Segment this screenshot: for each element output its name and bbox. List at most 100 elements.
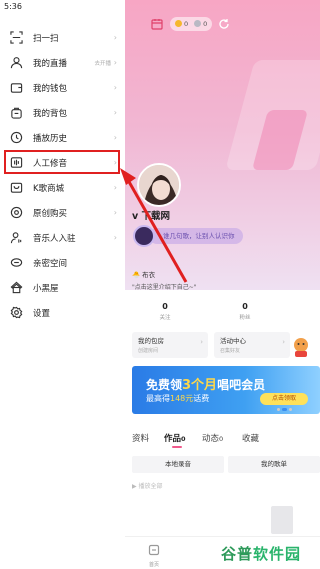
record-badge-icon[interactable]: [133, 225, 155, 247]
history-icon: [9, 131, 23, 145]
live-user-icon: [9, 56, 23, 70]
chevron-right-icon: ›: [113, 233, 117, 242]
wallet-icon: [9, 81, 23, 95]
drawer-item-backpack[interactable]: 我的背包 ›: [0, 100, 125, 125]
drawer-item-label: 设置: [33, 308, 51, 319]
drawer-item-play-history[interactable]: 播放历史 ›: [0, 125, 125, 150]
settings-icon: [9, 306, 23, 320]
chevron-right-icon: ›: [113, 33, 117, 42]
drawer-item-scan[interactable]: 扫一扫 ›: [0, 25, 125, 50]
nav-home[interactable]: 首页: [147, 541, 161, 568]
following-label: 关注: [159, 315, 171, 321]
home-icon: [148, 544, 160, 556]
gift-icon: [194, 20, 202, 27]
drawer-item-label: 我的钱包: [33, 83, 68, 94]
drawer-item-original-buy[interactable]: 原创购买 ›: [0, 200, 125, 225]
banner-subline: 最高得148元话费: [146, 394, 210, 403]
profile-tabs: 资料 作品0 动态0 收藏: [132, 432, 320, 448]
username: v 下载网: [132, 211, 171, 222]
intimate-space-icon: [9, 256, 23, 270]
avatar[interactable]: [137, 163, 181, 207]
calendar-icon[interactable]: [151, 18, 163, 30]
chevron-right-icon: ›: [113, 108, 117, 117]
profile-header-background: [125, 0, 320, 290]
drawer-item-label: 原创购买: [33, 208, 68, 219]
blacklist-icon: [9, 281, 23, 295]
chevron-right-icon: ›: [113, 58, 117, 67]
voice-intro-hint[interactable]: 谁几句歌，让别人认识你: [149, 228, 243, 244]
activity-center-card[interactable]: 活动中心 召集好友 ›: [214, 332, 290, 358]
following-stat[interactable]: 0 关注: [135, 302, 195, 321]
tab-works[interactable]: 作品0: [164, 432, 186, 444]
scan-icon: [9, 31, 23, 45]
works-actions: 本地录音 我的歌单: [132, 456, 320, 474]
my-room-card[interactable]: 我的包房 创建房间 ›: [132, 332, 208, 358]
drawer-item-musician[interactable]: 音乐人入驻 ›: [0, 225, 125, 250]
currency-pill[interactable]: 0 0: [170, 17, 213, 31]
card-title: 活动中心: [220, 337, 246, 345]
followers-label: 粉丝: [239, 315, 251, 321]
card-subtitle: 召集好友: [220, 348, 241, 354]
side-drawer: 扫一扫 › 我的直播 去开播 › 我的钱包 › 我的背包 › 播放历史 › 人工…: [0, 0, 125, 569]
active-tab-indicator: [172, 446, 182, 448]
vip-promo-banner[interactable]: 免费领3个月唱吧会员 最高得148元话费 点击领取: [132, 366, 320, 414]
coin-count: 0: [175, 20, 188, 28]
refresh-icon[interactable]: [218, 18, 230, 30]
drawer-item-intimate-space[interactable]: 亲密空间: [0, 250, 125, 275]
go-live-hint: 去开播: [94, 60, 111, 67]
tab-moments[interactable]: 动态0: [202, 432, 223, 444]
chevron-right-icon: ›: [113, 133, 117, 142]
pager-dot-active: [282, 408, 287, 411]
followers-stat[interactable]: 0 粉丝: [215, 302, 275, 321]
banner-headline: 免费领3个月唱吧会员: [146, 378, 266, 393]
drawer-item-my-live[interactable]: 我的直播 去开播 ›: [0, 50, 125, 75]
mall-icon: [9, 181, 23, 195]
nav-home-label: 首页: [148, 562, 159, 568]
original-buy-icon: [9, 206, 23, 220]
banner-pager: [277, 408, 292, 411]
outfit-label: 🐣 布衣: [132, 271, 156, 279]
drawer-item-label: 我的背包: [33, 108, 68, 119]
card-title: 我的包房: [138, 337, 164, 345]
mascot-icon: [294, 338, 308, 357]
drawer-item-label: 扫一扫: [33, 33, 59, 44]
highlight-box: [4, 150, 120, 174]
drawer-item-label: 小黑屋: [33, 283, 59, 294]
empty-state-icon: [271, 506, 293, 534]
site-watermark: 谷普软件园: [221, 545, 302, 563]
tab-favorites[interactable]: 收藏: [242, 432, 259, 444]
drawer-item-label: 音乐人入驻: [33, 233, 76, 244]
drawer-item-label: 我的直播: [33, 58, 68, 69]
my-songlist-button[interactable]: 我的歌单: [228, 456, 320, 473]
play-all-button[interactable]: ▶ 播放全部: [132, 481, 163, 490]
profile-page: 0 0 v 下载网 谁几句歌，让别人认识你 🐣 布衣 "点击这里介绍下自己~" …: [125, 0, 320, 569]
gift-count: 0: [194, 20, 207, 28]
stats-row: 0 关注 0 粉丝: [125, 302, 320, 328]
claim-button[interactable]: 点击领取: [260, 393, 308, 405]
chevron-right-icon: ›: [113, 208, 117, 217]
following-count: 0: [162, 302, 168, 311]
drawer-item-label: K歌商城: [33, 183, 65, 194]
drawer-item-wallet[interactable]: 我的钱包 ›: [0, 75, 125, 100]
drawer-item-blacklist[interactable]: 小黑屋: [0, 275, 125, 300]
drawer-item-label: 播放历史: [33, 133, 68, 144]
card-subtitle: 创建房间: [138, 348, 159, 354]
followers-count: 0: [242, 302, 248, 311]
drawer-item-label: 亲密空间: [33, 258, 68, 269]
outfit-icon: 🐣: [132, 271, 143, 279]
drawer-item-settings[interactable]: 设置: [0, 300, 125, 325]
chevron-right-icon: ›: [113, 183, 117, 192]
chevron-right-icon: ›: [200, 338, 203, 346]
drawer-item-k-mall[interactable]: K歌商城 ›: [0, 175, 125, 200]
backpack-icon: [9, 106, 23, 120]
pager-dot: [289, 408, 292, 411]
top-bar: 0 0: [125, 14, 320, 34]
pager-dot: [277, 408, 280, 411]
chevron-right-icon: ›: [113, 83, 117, 92]
tab-info[interactable]: 资料: [132, 432, 149, 444]
chevron-right-icon: ›: [282, 338, 285, 346]
musician-icon: [9, 231, 23, 245]
gold-coin-icon: [175, 20, 182, 27]
local-record-button[interactable]: 本地录音: [132, 456, 224, 473]
signature[interactable]: "点击这里介绍下自己~": [132, 282, 197, 291]
